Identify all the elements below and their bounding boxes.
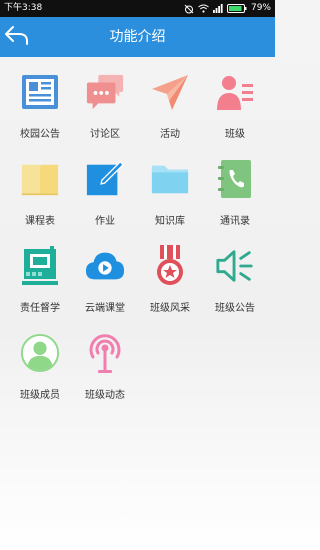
app-header: 功能介绍: [0, 17, 275, 57]
tile-label: 班级: [225, 129, 245, 140]
back-button[interactable]: [2, 21, 32, 53]
tile-homework[interactable]: 作业: [75, 157, 135, 231]
back-arrow-icon: [4, 24, 30, 50]
supervisor-chip-icon: [20, 244, 60, 288]
tile-supervisor[interactable]: 责任督学: [10, 244, 70, 318]
tile-label: 班级公告: [215, 303, 255, 314]
pencil-note-icon: [85, 157, 125, 201]
tile-label: 通讯录: [220, 216, 250, 227]
battery-percent: 79%: [250, 3, 271, 13]
tile-timetable[interactable]: 课程表: [10, 157, 70, 231]
tile-cloud-class[interactable]: 云端课堂: [75, 244, 135, 318]
tile-contacts[interactable]: 通讯录: [205, 157, 265, 231]
tile-label: 班级动态: [85, 390, 125, 401]
status-icons: 79%: [184, 2, 271, 15]
tile-class[interactable]: 班级: [205, 70, 265, 144]
broadcast-icon: [85, 331, 125, 375]
tile-activity[interactable]: 活动: [140, 70, 200, 144]
tile-class-showcase[interactable]: 班级风采: [140, 244, 200, 318]
tile-knowledge-base[interactable]: 知识库: [140, 157, 200, 231]
status-bar: 下午3:38 79%: [0, 0, 275, 17]
tile-class-members[interactable]: 班级成员: [10, 331, 70, 405]
signal-icon: [212, 4, 223, 13]
tile-discussion[interactable]: 讨论区: [75, 70, 135, 144]
medal-icon: [150, 244, 190, 288]
tile-class-news[interactable]: 班级动态: [75, 331, 135, 405]
phone-book-icon: [215, 157, 255, 201]
alarm-off-icon: [184, 4, 194, 14]
newspaper-icon: [20, 70, 60, 114]
tile-school-announcement[interactable]: 校园公告: [10, 70, 70, 144]
wifi-icon: [198, 4, 209, 13]
battery-icon: [226, 4, 247, 13]
chat-bubble-icon: [85, 70, 125, 114]
status-time: 下午3:38: [4, 3, 43, 13]
member-avatar-icon: [20, 331, 60, 375]
book-icon: [20, 157, 60, 201]
folder-icon: [150, 157, 190, 201]
tile-class-announcement[interactable]: 班级公告: [205, 244, 265, 318]
class-person-icon: [215, 70, 255, 114]
page-title: 功能介绍: [109, 29, 166, 45]
paper-plane-icon: [150, 70, 190, 114]
cloud-play-icon: [85, 244, 125, 288]
speaker-icon: [215, 244, 255, 288]
